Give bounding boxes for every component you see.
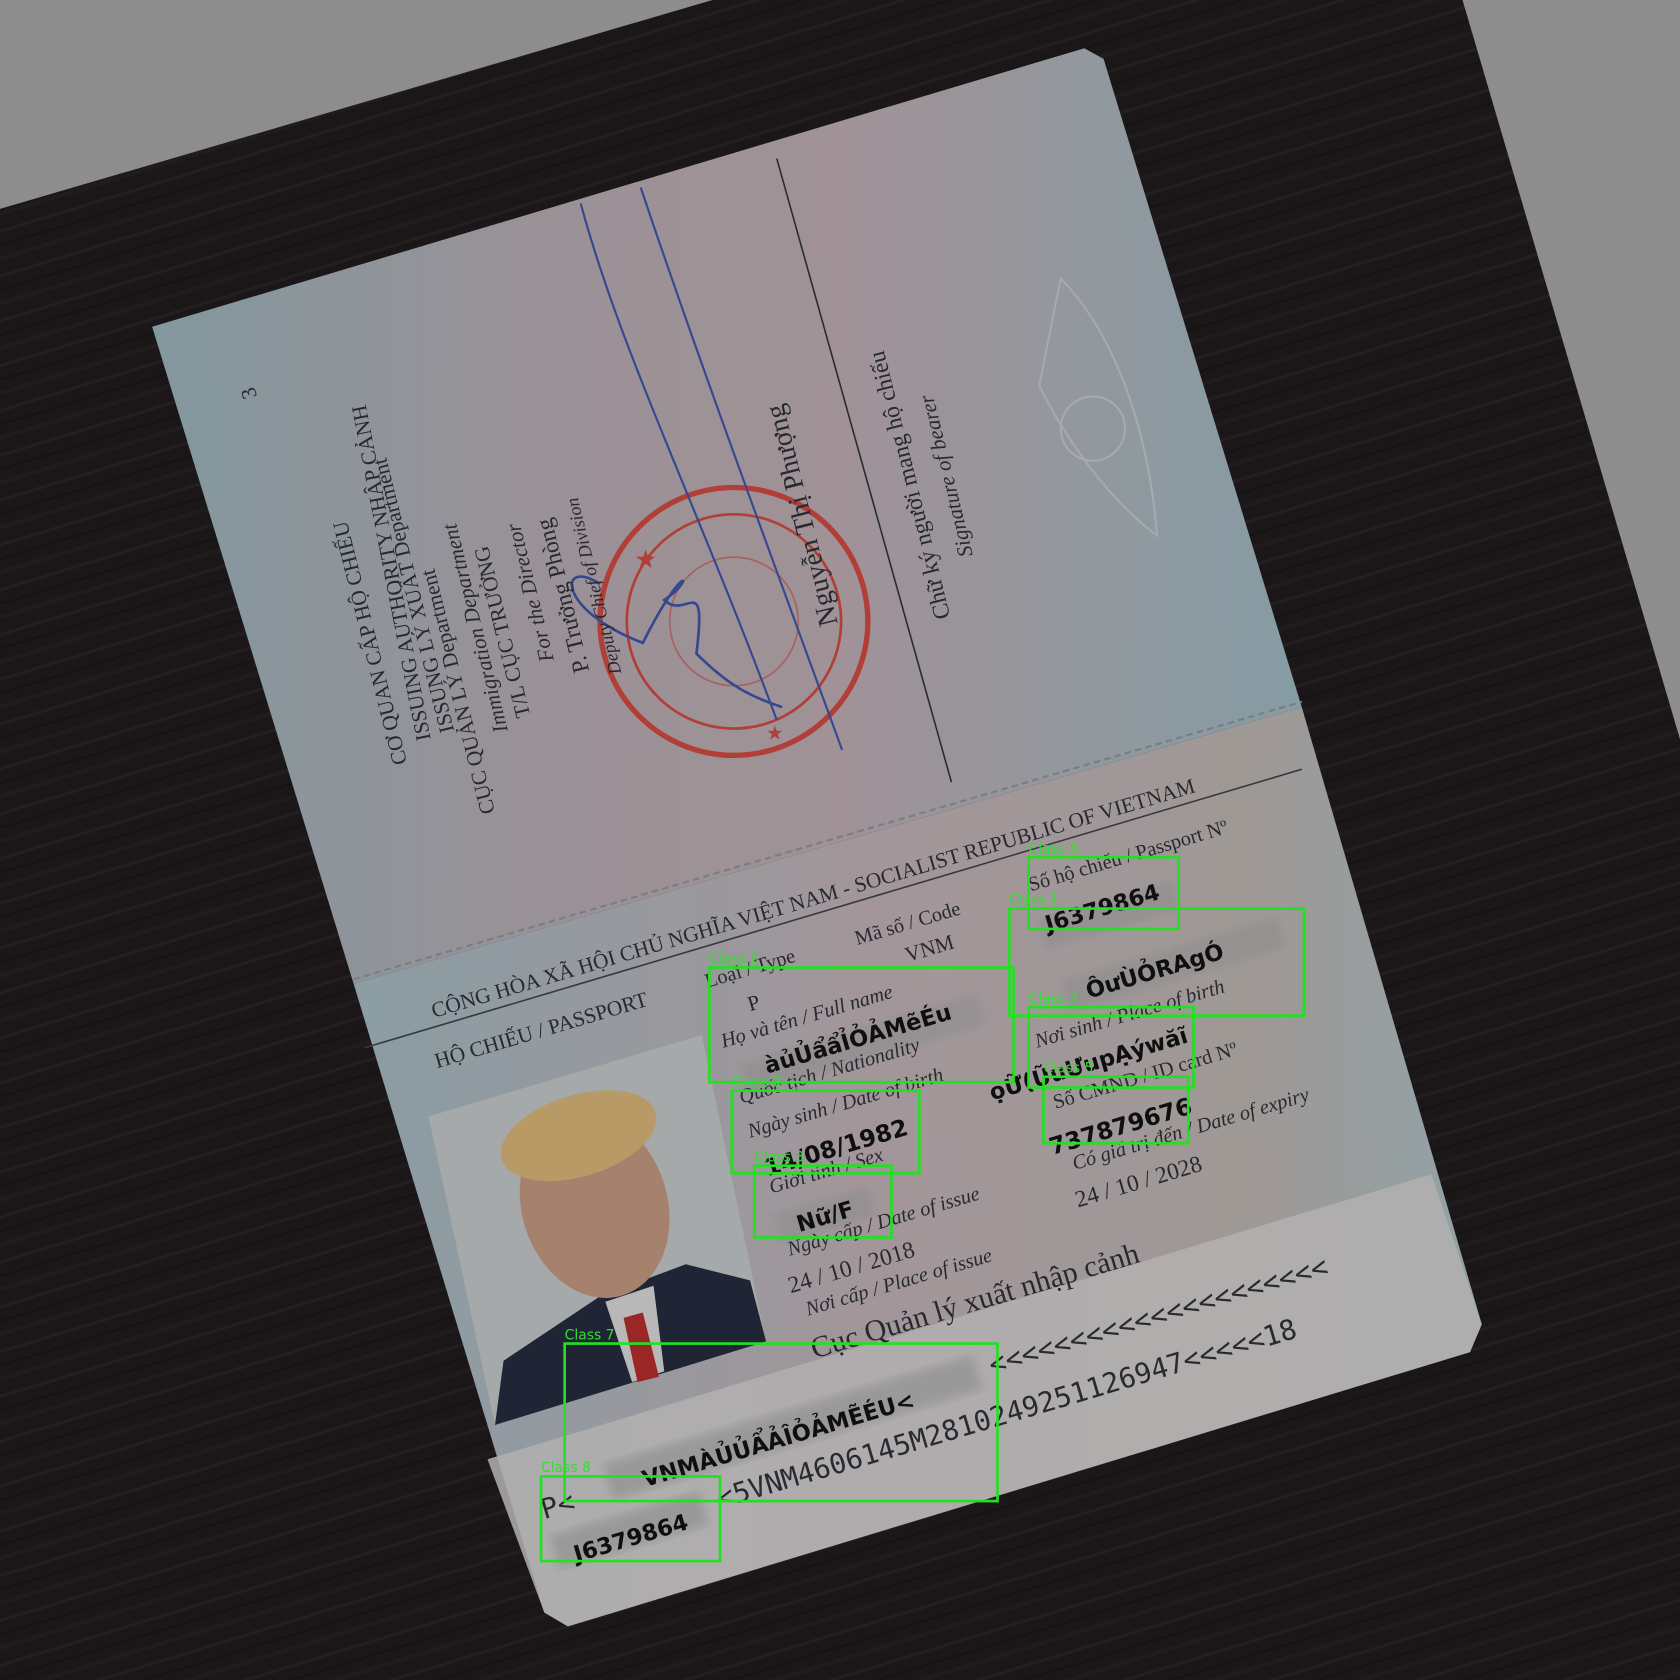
detection-label: Class 6 bbox=[1029, 841, 1079, 857]
detection-label: Class 3 bbox=[754, 1149, 804, 1165]
detection-label: Class 1 bbox=[1009, 892, 1059, 908]
detection-label: Class 7 bbox=[565, 1327, 615, 1343]
dim-overlay bbox=[0, 0, 1680, 1680]
annotated-passport-photo: ★ ★ 3 CƠ QUAN CẤP HỘ CHIẾU ISSUING AUTHO… bbox=[0, 0, 1680, 1680]
detection-label: Class 4 bbox=[1029, 991, 1079, 1007]
detection-label: Class 0 bbox=[709, 951, 759, 967]
detection-label: Class 8 bbox=[541, 1460, 591, 1476]
image-canvas: ★ ★ 3 CƠ QUAN CẤP HỘ CHIẾU ISSUING AUTHO… bbox=[0, 0, 1680, 1680]
detection-label: Class 2 bbox=[732, 1074, 782, 1090]
detection-label: Class 5 bbox=[1044, 1061, 1094, 1077]
